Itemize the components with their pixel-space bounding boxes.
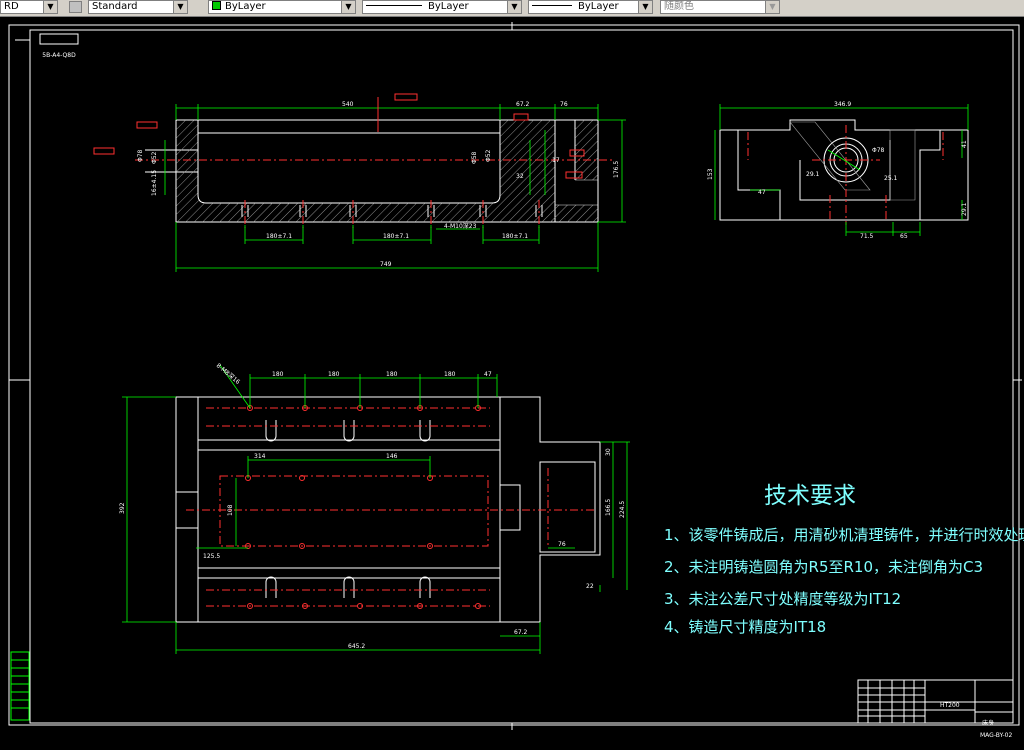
plotstyle-value: 随颜色 — [664, 1, 694, 12]
linetype-value: ByLayer — [428, 1, 469, 12]
tech-requirement-3: 3、未注公差尺寸处精度等级为IT12 — [664, 590, 902, 608]
dim-plan-inner-height: 108 — [227, 504, 234, 516]
dim-left-depth: 16±4.15 — [151, 170, 158, 196]
dim-plan-top-3: 180 — [386, 371, 398, 378]
dim-right-end: 76 — [560, 101, 568, 108]
dim-plan-top-1: 180 — [272, 371, 284, 378]
dim-hole-32: 32 — [516, 173, 524, 180]
drawing-canvas[interactable]: 540 67.2 76 749 180±7.1 180±7.1 180±7.1 … — [0, 16, 1024, 750]
dim-overall-length: 749 — [380, 261, 392, 268]
dim-top-length: 540 — [342, 101, 354, 108]
title-block-part-name: 床身 — [982, 720, 995, 727]
dim-plan-right-w: 76 — [558, 541, 566, 548]
dim-slot-mid: 180±7.1 — [383, 233, 409, 240]
dim-side-d4: 41 — [961, 140, 968, 148]
chevron-down-icon: ▼ — [638, 1, 652, 13]
chevron-down-icon: ▼ — [43, 1, 57, 13]
plan-view: 180 180 180 180 47 314 146 108 125.5 392… — [119, 361, 630, 654]
dim-left-bore: Φ52 — [151, 151, 158, 164]
tech-requirement-1: 1、该零件铸成后，用清砂机清理铸件，并进行时效处理 — [664, 526, 1024, 544]
dim-plan-right-h1: 166.5 — [605, 499, 612, 516]
dim-hole-17: 17 — [552, 157, 560, 164]
dim-side-r1: 29.1 — [806, 171, 820, 178]
dim-slot-left: 180±7.1 — [266, 233, 292, 240]
dim-side-d5: 29.1 — [961, 202, 968, 216]
linetype-dropdown[interactable]: ByLayer ▼ — [362, 0, 522, 14]
chevron-down-icon: ▼ — [507, 1, 521, 13]
hole-callout: 8-M8深16 — [215, 361, 242, 386]
plotstyle-dropdown: 随颜色 ▼ — [660, 0, 780, 14]
dim-plan-right-ext: 67.2 — [514, 629, 528, 636]
dim-plan-overall-length: 645.2 — [348, 643, 365, 650]
dim-side-bore: Φ78 — [872, 147, 885, 154]
color-value: ByLayer — [225, 1, 266, 12]
zone-marks-left — [10, 651, 30, 721]
plot-mark: 5B-A4-Q8D — [42, 52, 76, 59]
dim-plan-top-4: 180 — [444, 371, 456, 378]
tech-requirement-4: 4、铸造尺寸精度为IT18 — [664, 618, 827, 636]
dim-plan-left-offset: 125.5 — [203, 553, 220, 560]
dim-slot-right: 180±7.1 — [502, 233, 528, 240]
chevron-down-icon: ▼ — [341, 1, 355, 13]
title-block-part-number: MAG-BY-02 — [980, 732, 1013, 739]
dim-plan-top-end: 47 — [484, 371, 492, 378]
properties-toolbar: RD ▼ Standard ▼ ByLayer ▼ ByLayer ▼ ByLa… — [0, 0, 1024, 17]
side-view: 346.9 153 Φ78 29.1 25.1 47 71.5 65 41 29… — [707, 101, 969, 240]
front-view: 540 67.2 76 749 180±7.1 180±7.1 180±7.1 … — [93, 93, 626, 272]
dim-plan-mid-left: 314 — [254, 453, 266, 460]
plot-mark-box — [39, 33, 79, 45]
dim-plan-right-small: 22 — [586, 583, 594, 590]
dim-side-r2: 25.1 — [884, 175, 898, 182]
title-block — [857, 679, 1014, 724]
dim-right-bore: Φ52 — [485, 149, 492, 162]
tech-requirements-title: 技术要求 — [764, 483, 856, 509]
dim-right-dia: Φ58 — [471, 151, 478, 164]
dim-plan-overall-height: 392 — [119, 502, 126, 514]
thread-callout: 4-M10深23 — [444, 222, 477, 230]
dim-side-d1: 47 — [758, 189, 766, 196]
color-swatch-icon — [212, 1, 221, 10]
lineweight-value: ByLayer — [578, 1, 619, 12]
lineweight-sample-icon — [532, 5, 572, 6]
dim-plan-right-top: 30 — [605, 448, 612, 456]
title-block-material: HT200 — [940, 702, 960, 709]
dim-side-d2: 71.5 — [860, 233, 874, 240]
dim-style-value: Standard — [92, 1, 138, 12]
color-dropdown[interactable]: ByLayer ▼ — [208, 0, 356, 14]
text-style-icon[interactable] — [69, 1, 82, 13]
text-style-dropdown[interactable]: RD ▼ — [0, 0, 58, 14]
chevron-down-icon: ▼ — [173, 1, 187, 13]
dim-right-segment: 67.2 — [516, 101, 530, 108]
dim-height: 176.5 — [613, 161, 620, 178]
lineweight-dropdown[interactable]: ByLayer ▼ — [528, 0, 653, 14]
dim-side-width: 346.9 — [834, 101, 851, 108]
dim-plan-top-2: 180 — [328, 371, 340, 378]
text-style-value: RD — [4, 1, 19, 12]
dim-side-d3: 65 — [900, 233, 908, 240]
chevron-down-icon: ▼ — [765, 1, 779, 13]
tech-requirement-2: 2、未注明铸造圆角为R5至R10，未注倒角为C3 — [664, 558, 984, 576]
dim-side-height: 153 — [707, 168, 714, 180]
dim-plan-mid-right: 146 — [386, 453, 398, 460]
cad-drawing: 540 67.2 76 749 180±7.1 180±7.1 180±7.1 … — [8, 22, 1022, 730]
dim-plan-right-h2: 224.5 — [619, 501, 626, 518]
linetype-sample-icon — [366, 5, 422, 6]
dim-style-dropdown[interactable]: Standard ▼ — [88, 0, 188, 14]
dim-left-dia: Φ78 — [137, 149, 144, 162]
